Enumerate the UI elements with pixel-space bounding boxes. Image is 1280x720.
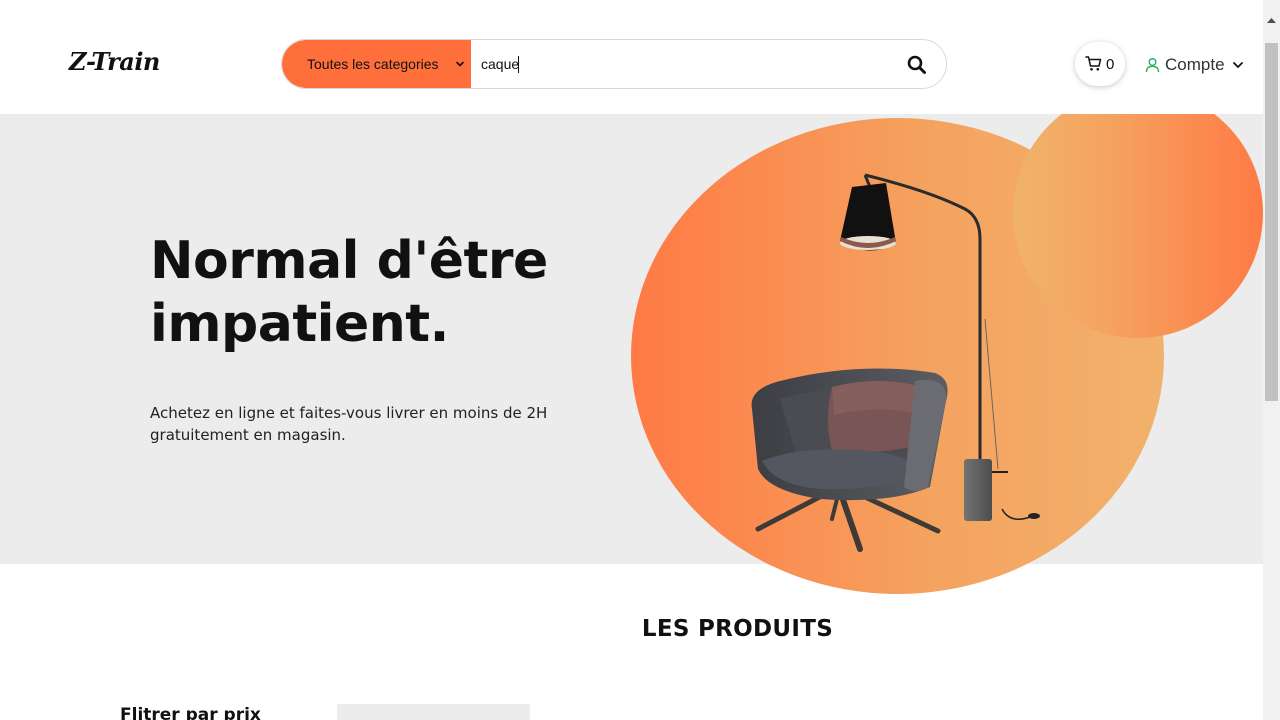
search-bar: Toutes les categories xyxy=(281,39,947,89)
scroll-up-arrow-icon[interactable] xyxy=(1263,12,1280,29)
hero-title-line1: Normal d'être xyxy=(150,231,548,291)
hero-title-line2: impatient. xyxy=(150,294,449,354)
header: Z-Train Toutes les categories 0 Compte xyxy=(0,0,1263,114)
hero-subtext-line1: Achetez en ligne et faites-vous livrer e… xyxy=(150,404,548,422)
logo[interactable]: Z-Train xyxy=(69,47,160,76)
page-scrollbar[interactable] xyxy=(1263,0,1280,720)
cart-button[interactable]: 0 xyxy=(1075,42,1125,86)
search-icon[interactable] xyxy=(906,54,928,76)
hero-banner: Normal d'être impatient. Achetez en lign… xyxy=(0,114,1263,594)
category-select-value: Toutes les categories xyxy=(307,56,439,72)
hero-title: Normal d'être impatient. xyxy=(150,230,600,356)
account-menu[interactable]: Compte xyxy=(1145,53,1244,77)
scrollbar-thumb[interactable] xyxy=(1265,43,1278,401)
price-filter-box[interactable] xyxy=(337,704,530,720)
armchair-lamp-illustration xyxy=(751,173,1040,552)
hero-subtext-line2: gratuitement en magasin. xyxy=(150,426,346,444)
account-label: Compte xyxy=(1165,55,1225,74)
category-select[interactable]: Toutes les categories xyxy=(282,40,471,88)
filter-title: Flitrer par prix xyxy=(120,705,261,720)
search-input[interactable] xyxy=(471,40,891,88)
chevron-down-icon xyxy=(1232,62,1243,68)
products-title: LES PRODUITS xyxy=(641,616,834,642)
cart-icon xyxy=(1085,56,1102,71)
user-icon xyxy=(1145,58,1160,73)
cart-count: 0 xyxy=(1106,56,1115,73)
text-caret xyxy=(518,56,519,73)
chevron-down-icon xyxy=(456,61,464,67)
hero-subtext: Achetez en ligne et faites-vous livrer e… xyxy=(150,402,550,446)
